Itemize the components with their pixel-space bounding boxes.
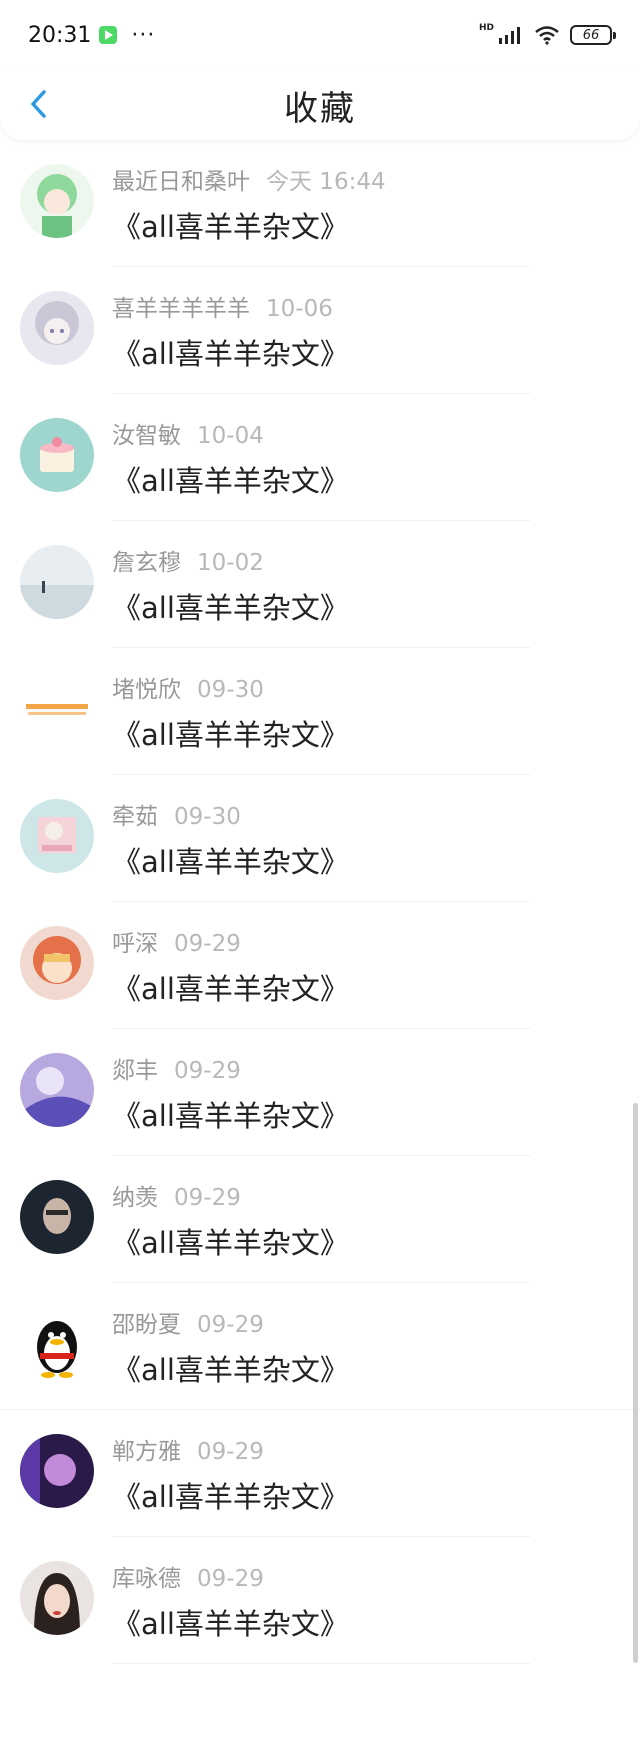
status-time: 20:31	[28, 22, 92, 48]
battery-indicator: 66	[570, 25, 616, 45]
item-title: 《all喜羊羊杂文》	[112, 210, 349, 244]
item-time: 09-30	[197, 677, 264, 703]
item-time: 10-02	[197, 550, 264, 576]
status-icons: HD 66	[478, 22, 616, 45]
list-item[interactable]: 最近日和桑叶 今天 16:44 《all喜羊羊杂文》	[0, 140, 640, 267]
item-title: 《all喜羊羊杂文》	[112, 337, 349, 371]
hd-label: HD	[478, 22, 494, 33]
item-title: 《all喜羊羊杂文》	[112, 591, 349, 625]
item-meta: 郯丰 09-29	[112, 1051, 241, 1085]
chevron-left-icon[interactable]	[22, 86, 58, 122]
nav-header: 收藏	[0, 70, 640, 140]
signal-icon	[499, 27, 520, 44]
list-item[interactable]: 纳羡 09-29 《all喜羊羊杂文》	[0, 1156, 640, 1283]
item-meta: 呼深 09-29	[112, 924, 241, 958]
item-meta: 邵盼夏 09-29	[112, 1305, 264, 1339]
item-time: 10-06	[266, 296, 333, 322]
item-title: 《all喜羊羊杂文》	[112, 1353, 349, 1387]
avatar	[20, 1053, 94, 1127]
item-time: 09-29	[174, 1058, 241, 1084]
author-name: 邵盼夏	[112, 1312, 181, 1338]
item-time: 今天 16:44	[266, 169, 386, 195]
item-meta: 郸方雅 09-29	[112, 1432, 264, 1466]
list-item[interactable]: 汝智敏 10-04 《all喜羊羊杂文》	[0, 394, 640, 521]
item-meta: 纳羡 09-29	[112, 1178, 241, 1212]
item-meta: 牵茹 09-30	[112, 797, 241, 831]
list-item[interactable]: 邵盼夏 09-29 《all喜羊羊杂文》	[0, 1283, 640, 1410]
avatar	[20, 291, 94, 365]
list-item[interactable]: 库咏德 09-29 《all喜羊羊杂文》	[0, 1537, 640, 1664]
avatar	[20, 799, 94, 873]
scrollbar[interactable]	[633, 1103, 638, 1663]
author-name: 汝智敏	[112, 423, 181, 449]
item-meta: 堵悦欣 09-30	[112, 670, 264, 704]
avatar	[20, 672, 94, 746]
author-name: 库咏德	[112, 1566, 181, 1592]
item-meta: 汝智敏 10-04	[112, 416, 264, 450]
author-name: 詹玄穆	[112, 550, 181, 576]
item-title: 《all喜羊羊杂文》	[112, 1226, 349, 1260]
item-time: 09-29	[174, 1185, 241, 1211]
item-time: 09-29	[197, 1312, 264, 1338]
avatar	[20, 926, 94, 1000]
item-title: 《all喜羊羊杂文》	[112, 464, 349, 498]
author-name: 堵悦欣	[112, 677, 181, 703]
item-title: 《all喜羊羊杂文》	[112, 845, 349, 879]
item-time: 09-29	[197, 1566, 264, 1592]
list-item[interactable]: 堵悦欣 09-30 《all喜羊羊杂文》	[0, 648, 640, 775]
author-name: 纳羡	[112, 1185, 158, 1211]
item-meta: 詹玄穆 10-02	[112, 543, 264, 577]
avatar	[20, 164, 94, 238]
avatar	[20, 418, 94, 492]
avatar	[20, 545, 94, 619]
page-title: 收藏	[284, 88, 356, 129]
list-item[interactable]: 呼深 09-29 《all喜羊羊杂文》	[0, 902, 640, 1029]
list-item[interactable]: 喜羊羊羊羊羊 10-06 《all喜羊羊杂文》	[0, 267, 640, 394]
video-app-icon	[99, 26, 118, 44]
author-name: 郸方雅	[112, 1439, 181, 1465]
list-item[interactable]: 牵茹 09-30 《all喜羊羊杂文》	[0, 775, 640, 902]
avatar	[20, 1307, 94, 1381]
author-name: 呼深	[112, 931, 158, 957]
author-name: 最近日和桑叶	[112, 169, 250, 195]
item-time: 09-29	[197, 1439, 264, 1465]
avatar	[20, 1434, 94, 1508]
more-notifications-icon: ···	[131, 22, 156, 48]
author-name: 喜羊羊羊羊羊	[112, 296, 250, 322]
author-name: 郯丰	[112, 1058, 158, 1084]
list-item[interactable]: 郸方雅 09-29 《all喜羊羊杂文》	[0, 1410, 640, 1537]
item-time: 09-30	[174, 804, 241, 830]
author-name: 牵茹	[112, 804, 158, 830]
wifi-icon	[535, 26, 559, 45]
status-bar: 20:31 ··· HD 66	[0, 0, 640, 70]
item-title: 《all喜羊羊杂文》	[112, 972, 349, 1006]
list-item[interactable]: 郯丰 09-29 《all喜羊羊杂文》	[0, 1029, 640, 1156]
item-meta: 最近日和桑叶 今天 16:44	[112, 162, 386, 196]
item-title: 《all喜羊羊杂文》	[112, 1099, 349, 1133]
item-title: 《all喜羊羊杂文》	[112, 1480, 349, 1514]
avatar	[20, 1561, 94, 1635]
list-item[interactable]: 詹玄穆 10-02 《all喜羊羊杂文》	[0, 521, 640, 648]
item-meta: 库咏德 09-29	[112, 1559, 264, 1593]
item-title: 《all喜羊羊杂文》	[112, 1607, 349, 1641]
item-meta: 喜羊羊羊羊羊 10-06	[112, 289, 333, 323]
item-time: 09-29	[174, 931, 241, 957]
avatar	[20, 1180, 94, 1254]
divider	[112, 1663, 530, 1664]
item-time: 10-04	[197, 423, 264, 449]
item-title: 《all喜羊羊杂文》	[112, 718, 349, 752]
favorites-list: 最近日和桑叶 今天 16:44 《all喜羊羊杂文》 喜羊羊羊羊羊 10-06 《a…	[0, 140, 640, 1664]
